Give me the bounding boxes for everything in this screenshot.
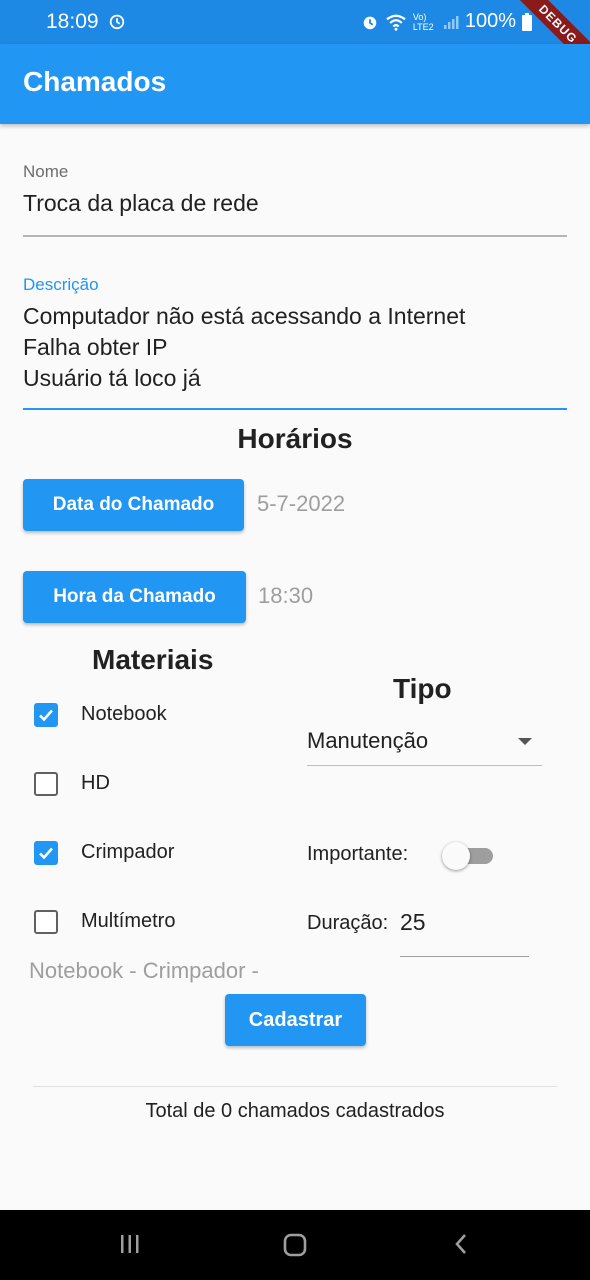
hora-chamado-button[interactable]: Hora da Chamado — [23, 571, 246, 623]
descricao-line-2[interactable]: Falha obter IP — [23, 332, 167, 363]
checkbox-hd-box[interactable] — [34, 772, 58, 796]
cadastrar-button[interactable]: Cadastrar — [225, 994, 366, 1046]
dropdown-arrow-icon — [518, 738, 532, 745]
app-title: Chamados — [23, 66, 167, 97]
wifi-icon — [386, 14, 406, 31]
signal-icon — [443, 15, 459, 29]
switch-thumb — [442, 842, 470, 870]
horarios-title: Horários — [237, 423, 353, 454]
nome-underline — [23, 235, 567, 237]
duracao-label: Duração: — [307, 912, 389, 934]
alarm-status-icon — [363, 16, 377, 29]
importante-switch[interactable] — [442, 842, 494, 870]
checkbox-multimetro-box[interactable] — [34, 910, 58, 934]
duracao-underline — [400, 956, 529, 957]
checkbox-crimpador-box[interactable] — [34, 841, 58, 865]
alarm-icon — [109, 14, 125, 30]
descricao-label: Descrição — [23, 275, 99, 294]
back-icon[interactable] — [450, 1232, 474, 1256]
network-label: Vo) LTE2 — [412, 11, 434, 32]
battery-icon — [522, 12, 532, 31]
importante-label: Importante: — [307, 843, 409, 865]
selected-materials-summary: Notebook - Crimpador - — [29, 958, 259, 983]
checkbox-notebook-box[interactable] — [34, 703, 58, 727]
time-value: 18:30 — [258, 583, 314, 608]
status-right: Vo) LTE2 100% — [361, 10, 532, 33]
checkbox-multimetro-label: Multímetro — [81, 910, 176, 932]
duracao-input[interactable]: 25 — [400, 909, 426, 936]
descricao-line-1[interactable]: Computador não está acessando a Internet — [23, 301, 465, 332]
tipo-title: Tipo — [393, 673, 452, 704]
system-nav-bar — [0, 1210, 590, 1280]
battery-percent: 100% — [464, 10, 516, 32]
descricao-underline — [23, 408, 567, 410]
app-bar: Chamados — [0, 44, 590, 124]
check-icon — [39, 709, 53, 722]
status-time: 18:09 — [46, 10, 99, 33]
tipo-dropdown-value: Manutenção — [307, 728, 429, 753]
materiais-title: Materiais — [92, 644, 214, 675]
check-icon — [39, 847, 53, 860]
recent-apps-icon[interactable] — [118, 1232, 142, 1256]
nome-input[interactable]: Troca da placa de rede — [23, 188, 259, 219]
descricao-line-3[interactable]: Usuário tá loco já — [23, 363, 201, 394]
nome-label: Nome — [23, 162, 69, 181]
date-value: 5-7-2022 — [257, 491, 346, 516]
home-icon[interactable] — [282, 1232, 308, 1258]
tipo-dropdown[interactable]: Manutenção — [307, 724, 542, 766]
status-bar: 18:09 Vo) LTE2 100% DEBUG — [0, 0, 590, 81]
data-chamado-button[interactable]: Data do Chamado — [23, 479, 244, 531]
footer-divider — [33, 1086, 557, 1087]
total-chamados-text: Total de 0 chamados cadastrados — [145, 1100, 445, 1122]
checkbox-notebook-label: Notebook — [81, 703, 167, 725]
checkbox-hd-label: HD — [81, 772, 110, 794]
checkbox-crimpador-label: Crimpador — [81, 841, 175, 863]
